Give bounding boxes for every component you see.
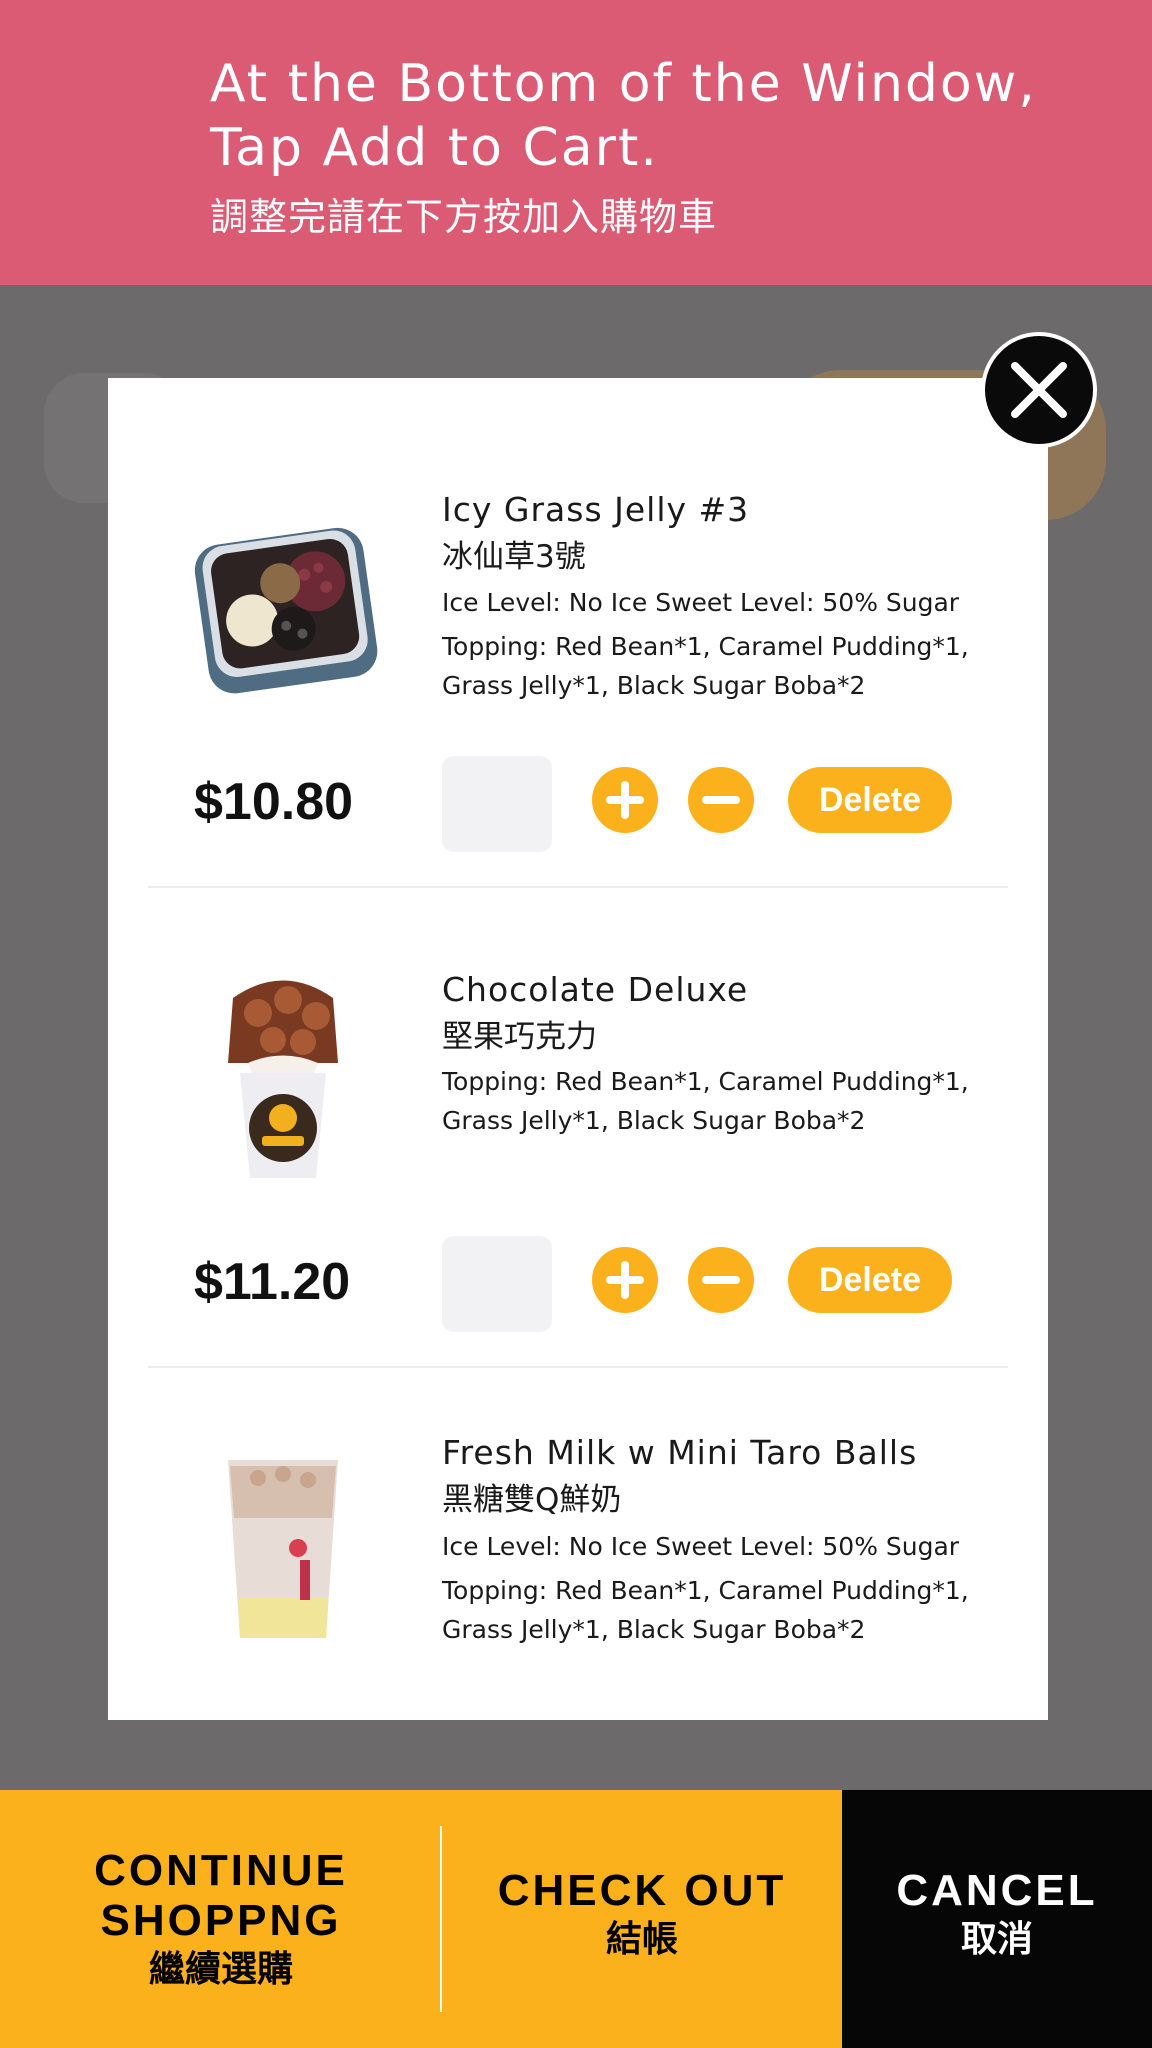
item-name-zh: 冰仙草3號 xyxy=(442,539,586,575)
continue-label-line-1: CONTINUE xyxy=(94,1846,348,1895)
item-name: Chocolate Deluxe xyxy=(442,970,749,1009)
continue-label-zh: 繼續選購 xyxy=(148,1949,293,1990)
fresh-milk-taro-image xyxy=(228,1460,338,1638)
delete-button[interactable]: Delete xyxy=(788,1247,952,1313)
cancel-label: CANCEL xyxy=(896,1866,1098,1915)
cart-modal: Icy Grass Jelly #3 冰仙草3號 Ice Level: No I… xyxy=(108,378,1048,1720)
instruction-line-2: Tap Add to Cart. xyxy=(210,118,659,178)
item-name-zh: 堅果巧克力 xyxy=(442,1019,597,1055)
quantity-field[interactable] xyxy=(442,756,552,852)
item-topping-line-1: Topping: Red Bean*1, Caramel Pudding*1, xyxy=(442,1067,969,1096)
continue-shopping-button[interactable]: CONTINUE SHOPPNG 繼續選購 xyxy=(0,1790,442,2048)
item-name-zh: 黑糖雙Q鮮奶 xyxy=(442,1482,622,1518)
checkout-button[interactable]: CHECK OUT 結帳 xyxy=(442,1790,842,2048)
item-divider xyxy=(148,1366,1008,1368)
item-name: Fresh Milk w Mini Taro Balls xyxy=(442,1433,918,1472)
increase-quantity-button[interactable] xyxy=(592,1247,658,1313)
item-topping-line-2: Grass Jelly*1, Black Sugar Boba*2 xyxy=(442,1615,866,1644)
instruction-text-zh: 調整完請在下方按加入購物車 xyxy=(210,195,718,239)
chocolate-deluxe-image xyxy=(228,980,338,1178)
checkout-label-zh: 結帳 xyxy=(605,1919,678,1960)
item-topping-line-2: Grass Jelly*1, Black Sugar Boba*2 xyxy=(442,671,866,700)
item-topping-line-1: Topping: Red Bean*1, Caramel Pudding*1, xyxy=(442,632,969,661)
item-price: $11.20 xyxy=(194,1253,351,1311)
instruction-banner: At the Bottom of the Window, Tap Add to … xyxy=(0,0,1152,285)
close-icon xyxy=(1011,362,1067,418)
continue-label-line-2: SHOPPNG xyxy=(100,1896,342,1945)
item-price: $10.80 xyxy=(194,773,354,831)
checkout-label: CHECK OUT xyxy=(497,1866,787,1915)
quantity-field[interactable] xyxy=(442,1236,552,1332)
item-options: Ice Level: No Ice Sweet Level: 50% Sugar xyxy=(442,1532,960,1561)
delete-button[interactable]: Delete xyxy=(788,767,952,833)
decrease-quantity-button[interactable] xyxy=(688,1247,754,1313)
icy-grass-jelly-image xyxy=(194,527,378,694)
item-options: Ice Level: No Ice Sweet Level: 50% Sugar xyxy=(442,588,960,617)
item-name: Icy Grass Jelly #3 xyxy=(442,490,750,529)
increase-quantity-button[interactable] xyxy=(592,767,658,833)
close-button[interactable] xyxy=(981,332,1097,448)
item-topping-line-1: Topping: Red Bean*1, Caramel Pudding*1, xyxy=(442,1576,969,1605)
instruction-text-en: At the Bottom of the Window, Tap Add to … xyxy=(210,52,1037,180)
decrease-quantity-button[interactable] xyxy=(688,767,754,833)
cancel-button[interactable]: CANCEL 取消 xyxy=(842,1790,1152,2048)
bottom-action-bar: CONTINUE SHOPPNG 繼續選購 CHECK OUT 結帳 CANCE… xyxy=(0,1790,1152,2048)
cancel-label-zh: 取消 xyxy=(960,1919,1033,1960)
instruction-line-1: At the Bottom of the Window, xyxy=(210,54,1037,114)
item-divider xyxy=(148,886,1008,888)
item-topping-line-2: Grass Jelly*1, Black Sugar Boba*2 xyxy=(442,1106,866,1135)
